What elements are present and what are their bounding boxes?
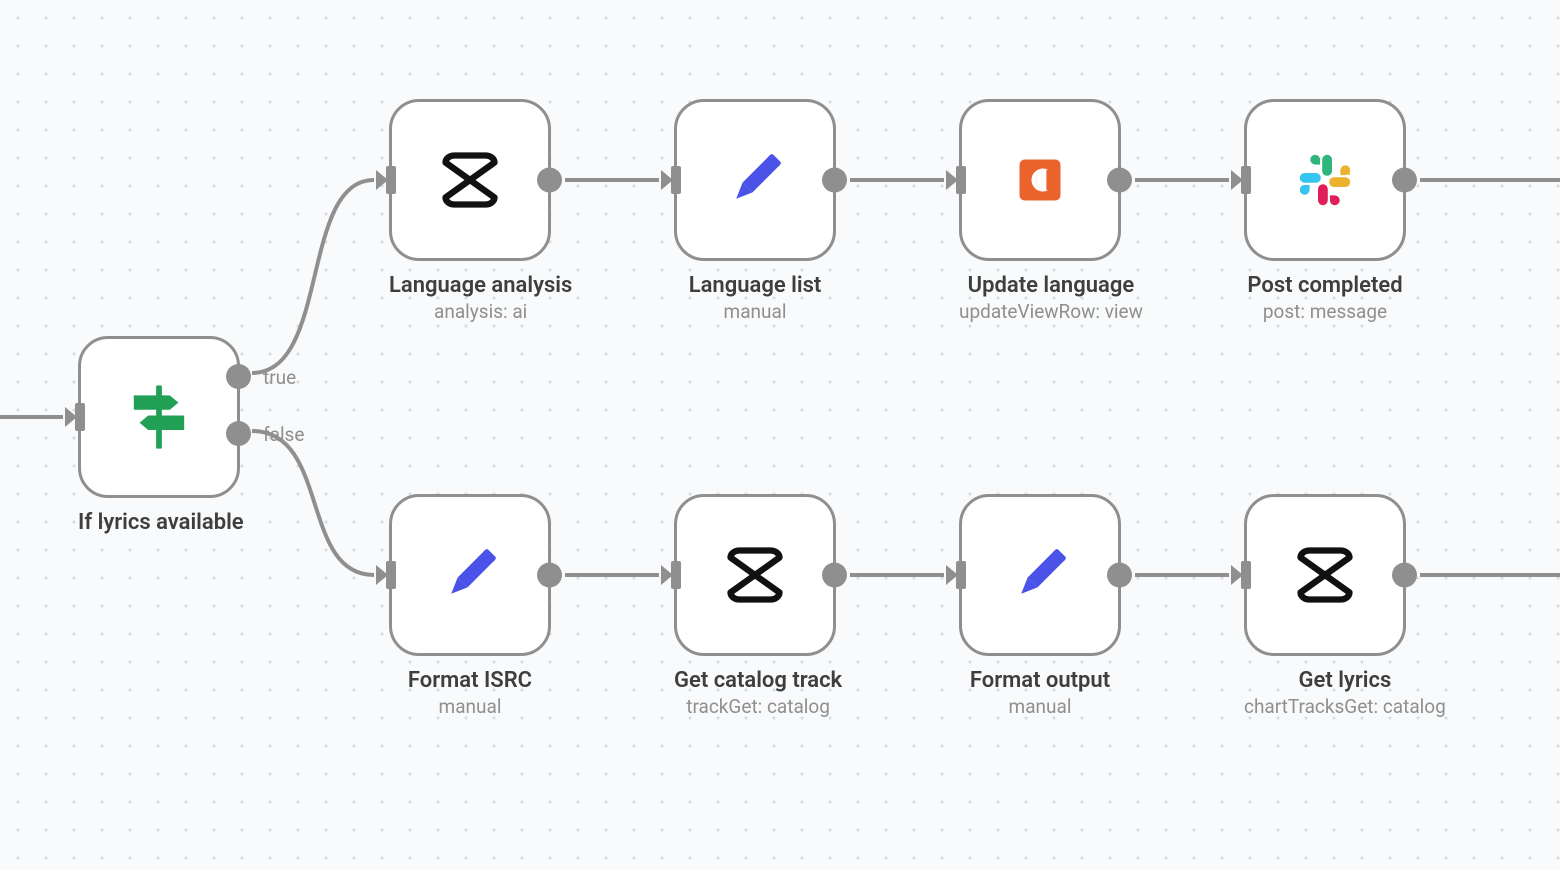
node-title: Language analysis bbox=[389, 273, 572, 298]
node-title: If lyrics available bbox=[78, 510, 244, 535]
signpost-icon bbox=[123, 381, 195, 453]
pencil-icon bbox=[719, 144, 791, 216]
input-port[interactable] bbox=[671, 561, 681, 589]
input-port[interactable] bbox=[956, 166, 966, 194]
output-port[interactable] bbox=[1107, 563, 1132, 588]
node-update-language[interactable]: Update language updateViewRow: view bbox=[959, 99, 1143, 323]
slack-icon bbox=[1289, 144, 1361, 216]
node-subtitle: manual bbox=[959, 695, 1121, 718]
node-title: Format output bbox=[959, 668, 1121, 693]
input-port[interactable] bbox=[1241, 166, 1251, 194]
output-port-true[interactable]: true bbox=[226, 364, 251, 389]
node-subtitle: updateViewRow: view bbox=[959, 300, 1143, 323]
output-port[interactable] bbox=[1392, 168, 1417, 193]
node-language-list[interactable]: Language list manual bbox=[674, 99, 836, 323]
output-port[interactable] bbox=[537, 168, 562, 193]
node-get-catalog-track[interactable]: Get catalog track trackGet: catalog bbox=[674, 494, 842, 718]
cross-icon bbox=[434, 144, 506, 216]
node-subtitle: manual bbox=[389, 695, 551, 718]
node-title: Post completed bbox=[1244, 273, 1406, 298]
input-port[interactable] bbox=[75, 403, 85, 431]
input-port[interactable] bbox=[1241, 561, 1251, 589]
pencil-icon bbox=[1004, 539, 1076, 611]
coda-icon bbox=[1004, 144, 1076, 216]
output-port[interactable] bbox=[822, 563, 847, 588]
output-port[interactable] bbox=[1107, 168, 1132, 193]
input-port[interactable] bbox=[386, 561, 396, 589]
pencil-icon bbox=[434, 539, 506, 611]
output-port-false[interactable]: false bbox=[226, 421, 251, 446]
node-format-isrc[interactable]: Format ISRC manual bbox=[389, 494, 551, 718]
input-port[interactable] bbox=[386, 166, 396, 194]
node-title: Format ISRC bbox=[389, 668, 551, 693]
branch-false-label: false bbox=[263, 423, 304, 446]
node-subtitle: manual bbox=[674, 300, 836, 323]
node-get-lyrics[interactable]: Get lyrics chartTracksGet: catalog bbox=[1244, 494, 1446, 718]
cross-icon bbox=[1289, 539, 1361, 611]
node-language-analysis[interactable]: Language analysis analysis: ai bbox=[389, 99, 572, 323]
cross-icon bbox=[719, 539, 791, 611]
node-format-output[interactable]: Format output manual bbox=[959, 494, 1121, 718]
node-post-completed[interactable]: Post completed post: message bbox=[1244, 99, 1406, 323]
branch-true-label: true bbox=[263, 366, 296, 389]
output-port[interactable] bbox=[537, 563, 562, 588]
input-port[interactable] bbox=[956, 561, 966, 589]
node-title: Get catalog track bbox=[674, 668, 842, 693]
node-title: Get lyrics bbox=[1244, 668, 1446, 693]
node-subtitle: post: message bbox=[1244, 300, 1406, 323]
node-title: Language list bbox=[674, 273, 836, 298]
input-port[interactable] bbox=[671, 166, 681, 194]
output-port[interactable] bbox=[1392, 563, 1417, 588]
node-title: Update language bbox=[959, 273, 1143, 298]
node-subtitle: chartTracksGet: catalog bbox=[1244, 695, 1446, 718]
node-subtitle: trackGet: catalog bbox=[674, 695, 842, 718]
node-if-lyrics-available[interactable]: true false If lyrics available bbox=[78, 336, 244, 535]
output-port[interactable] bbox=[822, 168, 847, 193]
node-subtitle: analysis: ai bbox=[389, 300, 572, 323]
